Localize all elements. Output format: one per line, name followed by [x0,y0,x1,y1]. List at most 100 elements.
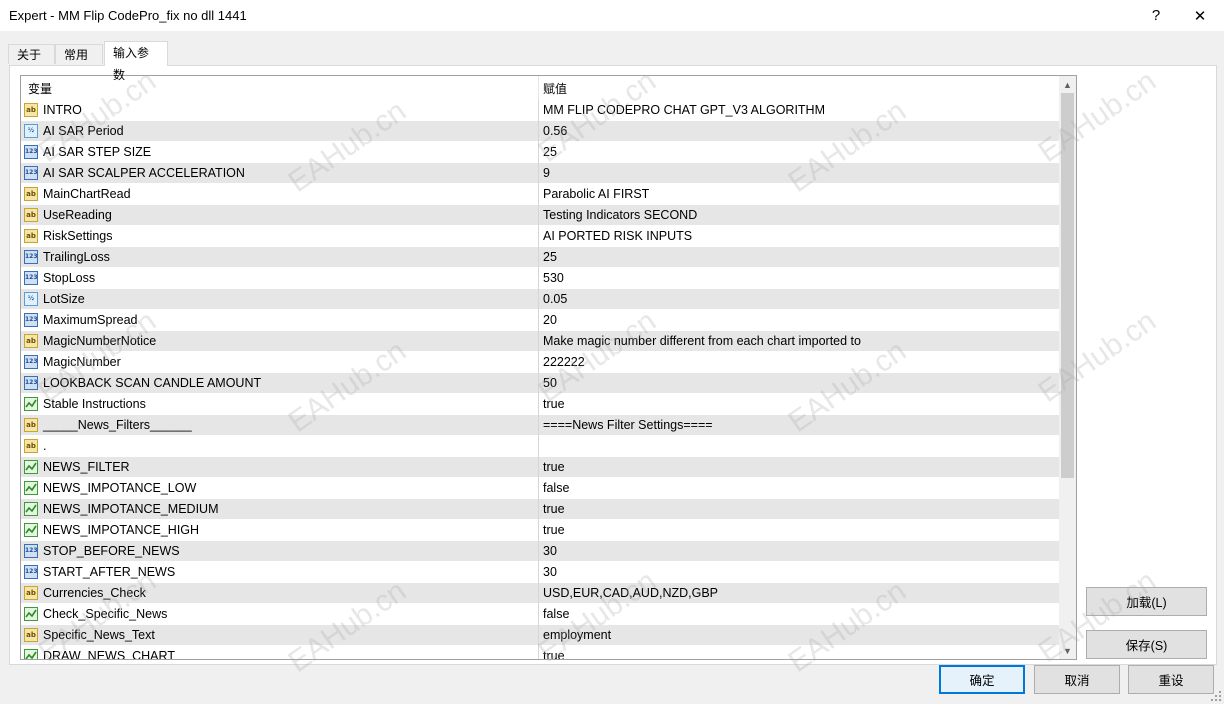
tab-about[interactable]: 关于 [8,44,55,64]
tab-inputs[interactable]: 输入参数 [104,41,168,82]
close-button[interactable]: ✕ [1178,0,1222,31]
parameter-value[interactable]: 530 [543,268,564,288]
parameter-row[interactable]: 123 LOOKBACK SCAN CANDLE AMOUNT 50 [21,373,1059,394]
parameter-value[interactable]: 30 [543,562,557,582]
integer-icon: 123 [24,271,38,285]
parameter-row[interactable]: NEWS_IMPOTANCE_HIGH true [21,520,1059,541]
parameter-row[interactable]: ab RiskSettings AI PORTED RISK INPUTS [21,226,1059,247]
row-column-separator [538,331,539,352]
parameter-value[interactable]: AI PORTED RISK INPUTS [543,226,692,246]
parameter-row[interactable]: DRAW_NEWS_CHART true [21,646,1059,659]
parameter-row[interactable]: ab MainChartRead Parabolic AI FIRST [21,184,1059,205]
row-column-separator [538,646,539,659]
string-icon: ab [24,187,38,201]
parameter-value[interactable]: true [543,646,565,659]
parameter-value[interactable]: MM FLIP CODEPRO CHAT GPT_V3 ALGORITHM [543,100,825,120]
parameter-value[interactable]: false [543,478,569,498]
parameter-name: LOOKBACK SCAN CANDLE AMOUNT [43,376,262,390]
parameter-row[interactable]: ab INTRO MM FLIP CODEPRO CHAT GPT_V3 ALGOR… [21,100,1059,121]
reset-button[interactable]: 重设 [1128,665,1214,694]
parameter-name: _____News_Filters______ [43,418,192,432]
parameter-value[interactable]: true [543,520,565,540]
parameter-row[interactable]: 123 STOP_BEFORE_NEWS 30 [21,541,1059,562]
parameter-value[interactable]: 0.56 [543,121,567,141]
row-column-separator [538,121,539,142]
row-column-separator [538,310,539,331]
parameter-value[interactable]: Parabolic AI FIRST [543,184,649,204]
parameter-value[interactable]: false [543,604,569,624]
boolean-icon [24,607,38,621]
row-column-separator [538,583,539,604]
parameter-value[interactable]: Testing Indicators SECOND [543,205,697,225]
parameter-name: INTRO [43,103,82,117]
row-column-separator [538,541,539,562]
parameter-row[interactable]: ½ AI SAR Period 0.56 [21,121,1059,142]
parameter-row[interactable]: 123 AI SAR SCALPER ACCELERATION 9 [21,163,1059,184]
parameter-row[interactable]: ½ LotSize 0.05 [21,289,1059,310]
parameter-row[interactable]: 123 MaximumSpread 20 [21,310,1059,331]
vertical-scrollbar[interactable]: ▲ ▼ [1059,76,1076,659]
row-column-separator [538,562,539,583]
parameter-row[interactable]: Stable Instructions true [21,394,1059,415]
parameter-value[interactable]: 25 [543,247,557,267]
parameters-grid[interactable]: 变量 赋值 ab INTRO MM FLIP CODEPRO CHAT GPT_V3… [20,75,1077,660]
parameter-name: NEWS_IMPOTANCE_LOW [43,481,197,495]
parameter-value[interactable]: employment [543,625,611,645]
row-column-separator [538,268,539,289]
parameter-value[interactable]: true [543,394,565,414]
string-icon: ab [24,208,38,222]
parameter-value[interactable]: 25 [543,142,557,162]
help-button[interactable]: ? [1134,0,1178,31]
parameter-row[interactable]: NEWS_IMPOTANCE_MEDIUM true [21,499,1059,520]
double-icon: ½ [24,124,38,138]
parameter-value[interactable]: USD,EUR,CAD,AUD,NZD,GBP [543,583,718,603]
parameter-value[interactable]: true [543,457,565,477]
parameter-row[interactable]: 123 MagicNumber 222222 [21,352,1059,373]
grid-rows: ab INTRO MM FLIP CODEPRO CHAT GPT_V3 ALGOR… [21,100,1059,659]
integer-icon: 123 [24,355,38,369]
parameter-row[interactable]: ab Currencies_Check USD,EUR,CAD,AUD,NZD,GB… [21,583,1059,604]
parameter-row[interactable]: 123 StopLoss 530 [21,268,1059,289]
boolean-icon [24,481,38,495]
parameter-row[interactable]: 123 START_AFTER_NEWS 30 [21,562,1059,583]
parameter-row[interactable]: ab _____News_Filters______ ====News Filter… [21,415,1059,436]
parameter-value[interactable]: 50 [543,373,557,393]
column-header-variable[interactable]: 变量 [28,80,52,97]
save-button[interactable]: 保存(S) [1086,630,1207,659]
parameter-row[interactable]: 123 TrailingLoss 25 [21,247,1059,268]
load-button[interactable]: 加载(L) [1086,587,1207,616]
parameter-name: TrailingLoss [43,250,110,264]
parameter-value[interactable]: 30 [543,541,557,561]
scroll-up-arrow[interactable]: ▲ [1059,76,1076,93]
parameter-value[interactable]: 222222 [543,352,585,372]
parameter-name: MainChartRead [43,187,131,201]
parameter-row[interactable]: ab MagicNumberNotice Make magic number dif… [21,331,1059,352]
parameter-row[interactable]: ab. [21,436,1059,457]
scroll-down-arrow[interactable]: ▼ [1059,642,1076,659]
parameter-row[interactable]: ab Specific_News_Text employment [21,625,1059,646]
parameter-row[interactable]: Check_Specific_News false [21,604,1059,625]
parameter-row[interactable]: NEWS_FILTER true [21,457,1059,478]
parameter-name: Specific_News_Text [43,628,155,642]
column-header-value[interactable]: 赋值 [543,80,567,97]
column-separator[interactable] [538,76,539,100]
ok-button[interactable]: 确定 [939,665,1025,694]
row-column-separator [538,394,539,415]
string-icon: ab [24,439,38,453]
parameter-value[interactable]: 20 [543,310,557,330]
cancel-button[interactable]: 取消 [1034,665,1120,694]
parameter-row[interactable]: 123 AI SAR STEP SIZE 25 [21,142,1059,163]
parameter-value[interactable]: true [543,499,565,519]
resize-grip-icon[interactable] [1210,690,1222,702]
parameter-value[interactable]: 0.05 [543,289,567,309]
row-column-separator [538,163,539,184]
parameter-row[interactable]: ab UseReading Testing Indicators SECOND [21,205,1059,226]
parameter-name: NEWS_IMPOTANCE_MEDIUM [43,502,219,516]
parameter-name: AI SAR SCALPER ACCELERATION [43,166,245,180]
parameter-value[interactable]: 9 [543,163,550,183]
parameter-value[interactable]: ====News Filter Settings==== [543,415,713,435]
parameter-row[interactable]: NEWS_IMPOTANCE_LOW false [21,478,1059,499]
parameter-value[interactable]: Make magic number different from each ch… [543,331,861,351]
scroll-thumb[interactable] [1061,93,1074,478]
tab-common[interactable]: 常用 [55,44,103,64]
